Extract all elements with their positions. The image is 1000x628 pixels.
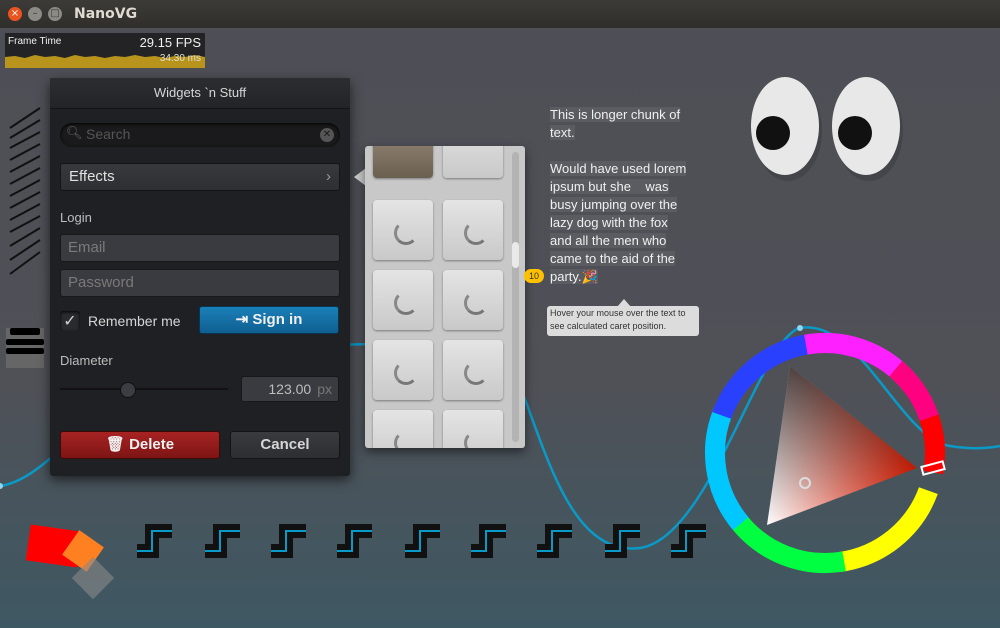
- clear-icon[interactable]: ✕: [320, 128, 334, 142]
- trash-icon: 🗑︎: [105, 436, 130, 453]
- diameter-slider-knob[interactable]: [120, 382, 137, 398]
- thumbnail-popup[interactable]: [365, 146, 525, 448]
- thumbnail[interactable]: [373, 270, 433, 330]
- stack-bars: [6, 328, 44, 368]
- signin-label: Sign in: [252, 311, 303, 328]
- text-paragraph[interactable]: This is longer chunk of text. Would have…: [550, 106, 700, 286]
- color-wheel: [704, 333, 946, 574]
- search-input[interactable]: 🔍︎ Search ✕: [60, 123, 340, 147]
- line-caps-demo: [137, 524, 706, 558]
- window-title: NanoVG: [74, 6, 138, 22]
- diameter-slider-track[interactable]: [60, 388, 228, 390]
- paragraph-line: ipsum but she was: [550, 179, 669, 194]
- password-field[interactable]: Password: [60, 269, 340, 297]
- signin-button[interactable]: ⇥ Sign in: [199, 306, 339, 334]
- eyes: [751, 77, 903, 181]
- thumbnail[interactable]: [443, 410, 503, 448]
- spinner-icon: [464, 291, 488, 315]
- paragraph-line: Would have used lorem: [550, 161, 687, 176]
- fps-value: 29.15 FPS: [139, 35, 201, 50]
- thumbnail-image[interactable]: [373, 146, 433, 178]
- diameter-unit: px: [317, 381, 332, 397]
- spinner-icon: [394, 361, 418, 385]
- delete-button[interactable]: 🗑︎ Delete: [60, 431, 220, 459]
- spinner-icon: [464, 221, 488, 245]
- remember-label: Remember me: [88, 313, 181, 329]
- delete-label: Delete: [129, 436, 175, 453]
- hatch-lines: [9, 107, 41, 275]
- spinner-icon: [394, 291, 418, 315]
- thumbnail[interactable]: [443, 340, 503, 400]
- paragraph-line: lazy dog with the fox: [550, 215, 668, 230]
- caret-tooltip: Hover your mouse over the text to see ca…: [547, 306, 699, 336]
- close-icon[interactable]: ×: [8, 7, 22, 21]
- rotating-squares: [25, 524, 115, 600]
- maximize-icon[interactable]: □: [48, 7, 62, 21]
- thumbnail[interactable]: [443, 146, 503, 178]
- paragraph-line: came to the aid of the: [550, 251, 676, 266]
- paragraph-line: party.🎉: [550, 269, 598, 284]
- effects-dropdown[interactable]: Effects ›: [60, 163, 340, 191]
- line-number-badge: 10: [524, 269, 544, 283]
- diameter-value: 123.00: [268, 381, 312, 397]
- login-icon: ⇥: [235, 311, 253, 328]
- thumbnail[interactable]: [373, 200, 433, 260]
- check-icon: ✓: [63, 311, 77, 330]
- paragraph-line: [550, 142, 700, 160]
- email-placeholder: Email: [68, 239, 106, 256]
- minimize-icon[interactable]: –: [28, 7, 42, 21]
- spinner-icon: [394, 431, 418, 448]
- chevron-right-icon: ›: [326, 168, 331, 185]
- password-placeholder: Password: [68, 274, 134, 291]
- popup-scrollbar[interactable]: [512, 152, 519, 442]
- panel-title: Widgets `n Stuff: [50, 78, 350, 109]
- diameter-label: Diameter: [60, 353, 113, 368]
- demo-canvas[interactable]: Frame Time 29.15 FPS 34.30 ms Widgets `n…: [0, 28, 1000, 628]
- thumbnail[interactable]: [443, 200, 503, 260]
- login-label: Login: [60, 210, 92, 225]
- paragraph-line: This is longer chunk of: [550, 107, 681, 122]
- spinner-icon: [464, 431, 488, 448]
- paragraph-line: and all the men who: [550, 233, 667, 248]
- scrollbar-thumb[interactable]: [512, 242, 519, 268]
- frame-time-label: Frame Time: [8, 36, 62, 47]
- paragraph-line: busy jumping over the: [550, 197, 678, 212]
- title-bar: × – □ NanoVG: [0, 0, 1000, 28]
- thumbnail[interactable]: [373, 410, 433, 448]
- ms-value: 34.30 ms: [159, 53, 201, 64]
- search-icon: 🔍︎: [66, 126, 83, 141]
- email-field[interactable]: Email: [60, 234, 340, 262]
- spinner-icon: [464, 361, 488, 385]
- widgets-panel: Widgets `n Stuff 🔍︎ Search ✕ Effects › L…: [50, 78, 350, 476]
- frame-time-graph: Frame Time 29.15 FPS 34.30 ms: [5, 33, 205, 68]
- diameter-input[interactable]: 123.00 px: [241, 376, 339, 402]
- paragraph-line: text.: [550, 125, 575, 140]
- search-placeholder: Search: [86, 126, 131, 142]
- spinner-icon: [394, 221, 418, 245]
- remember-checkbox[interactable]: ✓: [60, 311, 80, 331]
- effects-label: Effects: [69, 168, 115, 185]
- thumbnail[interactable]: [373, 340, 433, 400]
- cancel-label: Cancel: [260, 436, 310, 453]
- cancel-button[interactable]: Cancel: [230, 431, 340, 459]
- thumbnail[interactable]: [443, 270, 503, 330]
